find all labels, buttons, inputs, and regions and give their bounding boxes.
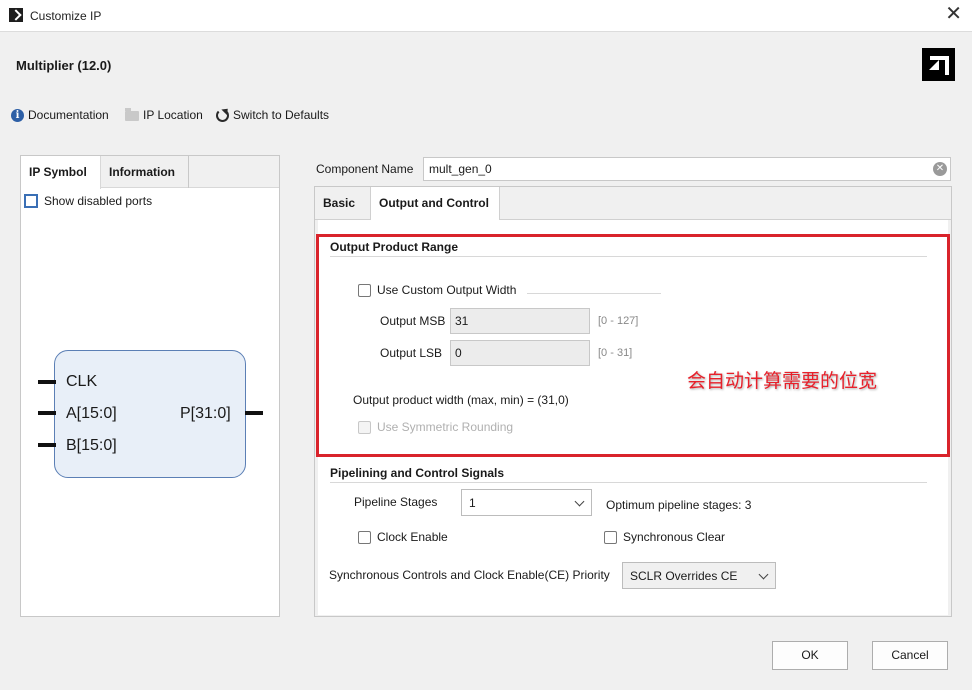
priority-value: SCLR Overrides CE (630, 569, 738, 583)
ok-button[interactable]: OK (772, 641, 848, 670)
clock-enable-checkbox[interactable]: Clock Enable (358, 530, 448, 544)
ip-location-button[interactable]: IP Location (125, 108, 203, 122)
synchronous-clear-label: Synchronous Clear (623, 530, 726, 544)
config-tab-bar: Basic Output and Control (315, 187, 951, 221)
pipeline-stages-label: Pipeline Stages (354, 495, 438, 509)
pin-a (38, 411, 56, 415)
pin-p (245, 411, 263, 415)
pin-label-clk: CLK (66, 373, 98, 390)
clock-enable-label: Clock Enable (377, 530, 448, 544)
pin-label-p: P[31:0] (180, 405, 231, 422)
tab-basic[interactable]: Basic (315, 187, 371, 220)
priority-label: Synchronous Controls and Clock Enable(CE… (329, 568, 610, 582)
documentation-button[interactable]: i Documentation (11, 108, 109, 122)
chevron-down-icon (758, 569, 769, 580)
pipeline-stages-value: 1 (469, 496, 476, 510)
show-disabled-ports-label: Show disabled ports (44, 194, 153, 208)
ip-title: Multiplier (12.0) (16, 58, 112, 73)
amd-logo-icon (922, 48, 955, 81)
toolbar: i Documentation IP Location Switch to De… (0, 102, 972, 130)
folder-icon (125, 108, 139, 121)
synchronous-clear-checkbox[interactable]: Synchronous Clear (604, 530, 725, 544)
pin-b (38, 443, 56, 447)
component-name-label: Component Name (316, 162, 414, 176)
annotation-text: 会自动计算需要的位宽 (687, 370, 878, 392)
checkbox-box[interactable] (24, 194, 38, 208)
switch-defaults-label: Switch to Defaults (233, 108, 330, 122)
switch-defaults-button[interactable]: Switch to Defaults (216, 108, 329, 122)
highlight-box (316, 234, 950, 457)
info-icon: i (11, 108, 24, 122)
left-tab-bar: IP Symbol Information (21, 156, 279, 189)
close-icon[interactable]: ✕ (945, 4, 962, 24)
checkbox-box[interactable] (604, 530, 617, 544)
pipelining-title: Pipelining and Control Signals (330, 466, 505, 480)
refresh-icon (216, 108, 229, 122)
cancel-button[interactable]: Cancel (872, 641, 948, 670)
optimum-stages-text: Optimum pipeline stages: 3 (606, 498, 752, 512)
priority-select[interactable]: SCLR Overrides CE (622, 562, 776, 589)
tab-output-and-control[interactable]: Output and Control (371, 187, 500, 221)
tab-information[interactable]: Information (101, 156, 189, 188)
app-icon (9, 8, 23, 22)
pipeline-stages-select[interactable]: 1 (461, 489, 592, 516)
window-title: Customize IP (30, 9, 102, 23)
clear-icon[interactable]: ✕ (933, 162, 947, 176)
checkbox-box[interactable] (358, 530, 371, 544)
divider (330, 482, 927, 483)
ip-location-label: IP Location (143, 108, 203, 122)
pin-label-b: B[15:0] (66, 437, 117, 454)
chevron-down-icon (574, 496, 585, 507)
show-disabled-ports-checkbox[interactable]: Show disabled ports (24, 194, 152, 208)
documentation-label: Documentation (28, 108, 109, 122)
tab-ip-symbol[interactable]: IP Symbol (21, 156, 101, 189)
pin-label-a: A[15:0] (66, 405, 117, 422)
ip-header: Multiplier (12.0) (0, 32, 972, 102)
title-bar: Customize IP ✕ (0, 0, 972, 32)
component-name-input[interactable]: mult_gen_0 (423, 157, 951, 181)
pin-clk (38, 380, 56, 384)
